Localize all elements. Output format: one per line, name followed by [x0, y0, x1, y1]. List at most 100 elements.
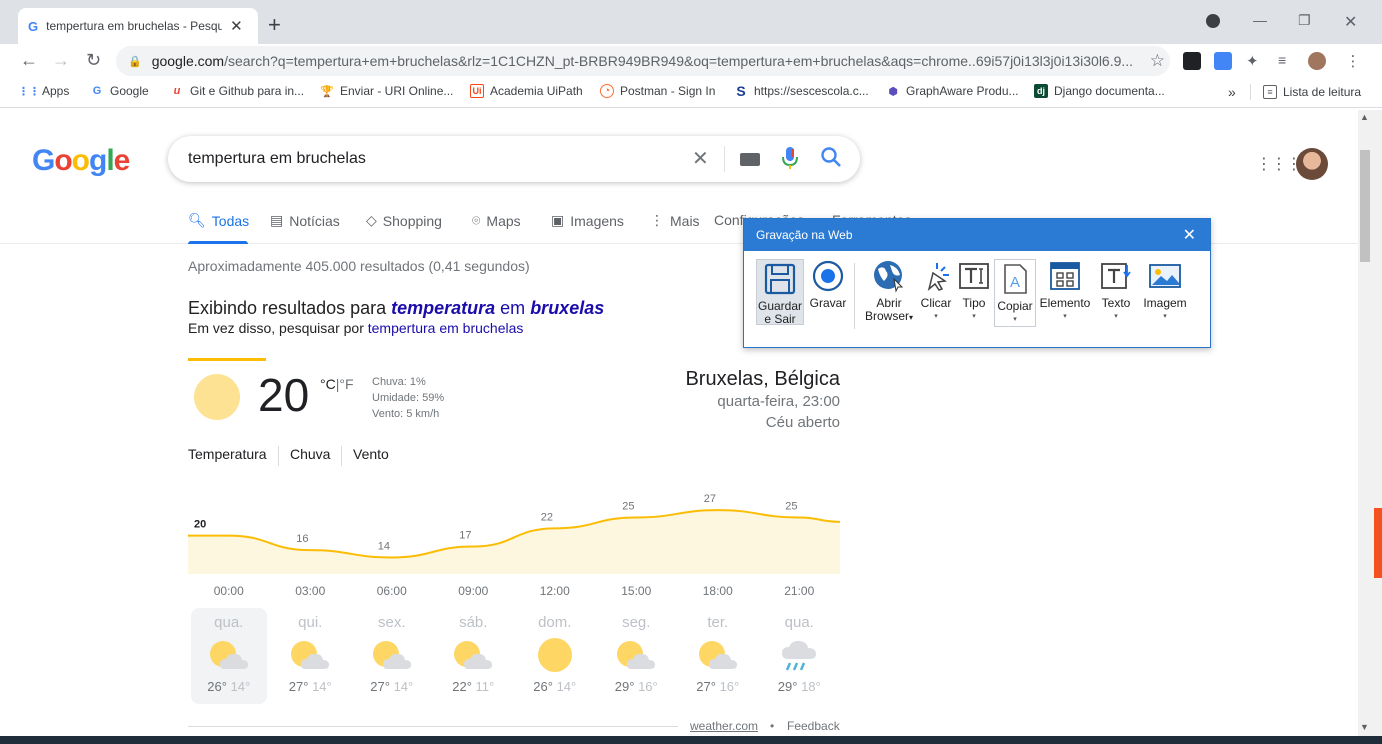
toolbar-separator [854, 263, 855, 329]
type-button[interactable]: Tipo ▾ [956, 259, 992, 323]
corrected-word-link[interactable]: temperatura [391, 298, 495, 318]
account-avatar[interactable] [1296, 148, 1328, 180]
browser-tab[interactable]: G tempertura em bruchelas - Pesqu ✕ [18, 8, 258, 44]
bookmark-postman[interactable]: ◔ Postman - Sign In [600, 84, 715, 98]
tab-rain[interactable]: Chuva [290, 446, 330, 462]
logo-letter: o [54, 144, 72, 177]
close-tab-icon[interactable]: ✕ [230, 17, 243, 35]
back-button[interactable]: ← [20, 50, 38, 71]
scroll-up-icon[interactable]: ▲ [1360, 112, 1369, 122]
search-input[interactable]: tempertura em bruchelas [188, 150, 366, 168]
open-browser-button[interactable]: Abrir Browser▾ [860, 259, 918, 324]
profile-avatar-icon[interactable] [1308, 52, 1326, 70]
bookmark-uri-online[interactable]: 🏆 Enviar - URI Online... [320, 84, 453, 98]
day-temps: 29° 16° [598, 679, 674, 694]
weather-tab-underline [188, 358, 266, 361]
tab-maps[interactable]: ⌾ Maps [472, 212, 521, 229]
click-icon [919, 259, 953, 293]
media-control-icon[interactable]: ≡ [1278, 52, 1296, 70]
tab-shopping[interactable]: ◇ Shopping [366, 212, 442, 229]
day-name: sáb. [459, 614, 488, 631]
day-forecast-3[interactable]: sáb. 22° 11° [435, 608, 511, 704]
search-box[interactable]: tempertura em bruchelas ✕ [168, 136, 860, 182]
bookmark-label: Apps [42, 84, 70, 98]
bookmarks-overflow-button[interactable]: » [1228, 84, 1236, 100]
restore-button[interactable]: ❐ [1298, 12, 1311, 29]
day-forecast-6[interactable]: ter. 27° 16° [680, 608, 756, 704]
fahrenheit-unit[interactable]: °F [339, 376, 353, 392]
search-instead-link[interactable]: tempertura em bruchelas [368, 320, 524, 336]
bookmark-apps[interactable]: ⋮⋮ Apps [18, 84, 70, 98]
bookmark-graphaware[interactable]: ⬢ GraphAware Produ... [886, 84, 1018, 98]
new-tab-button[interactable]: + [268, 12, 281, 38]
copy-button[interactable]: A Copiar ▾ [994, 259, 1036, 327]
bookmark-uipath-academy[interactable]: Ui Academia UiPath [470, 84, 583, 98]
day-temps: 22° 11° [435, 679, 511, 694]
button-label: e Sair [764, 312, 796, 326]
tab-more[interactable]: ⋮ Mais [650, 212, 700, 229]
day-forecast-7[interactable]: qua. 29° 18° [761, 608, 837, 704]
text-button[interactable]: Texto ▾ [1096, 259, 1136, 323]
bookmark-label: Git e Github para in... [190, 84, 305, 98]
google-apps-icon[interactable]: ⋮⋮⋮ [1256, 154, 1302, 174]
low-temp: 16° [638, 679, 658, 694]
logo-letter: l [106, 144, 114, 177]
keyboard-icon[interactable] [740, 150, 760, 171]
feedback-link[interactable]: Feedback [787, 719, 840, 733]
address-bar[interactable]: 🔒 google.com/search?q=tempertura+em+bruc… [116, 46, 1170, 76]
element-button[interactable]: Elemento ▾ [1038, 259, 1092, 323]
day-forecast-1[interactable]: qui. 27° 14° [272, 608, 348, 704]
clear-search-icon[interactable]: ✕ [692, 146, 709, 171]
tab-images[interactable]: ▣ Imagens [551, 212, 624, 229]
click-button[interactable]: Clicar ▾ [918, 259, 954, 323]
reading-list-button[interactable]: ≡ Lista de leitura [1250, 84, 1361, 100]
weather-source-link[interactable]: weather.com [690, 719, 758, 733]
close-window-button[interactable]: ✕ [1344, 12, 1357, 32]
tab-all[interactable]: 🔍︎ Todas [188, 212, 249, 229]
translate-extension-icon[interactable] [1214, 52, 1232, 70]
bookmark-sescescola[interactable]: S https://sescescola.c... [734, 83, 868, 99]
extension-news-icon[interactable] [1183, 52, 1201, 70]
forward-button[interactable]: → [52, 50, 70, 71]
day-forecast-4[interactable]: dom. 26° 14° [517, 608, 593, 704]
django-icon: dj [1034, 84, 1048, 98]
showing-results-for: Exibindo resultados para temperatura em … [188, 298, 604, 319]
minimize-button[interactable]: — [1253, 12, 1267, 28]
scrollbar-thumb[interactable] [1360, 150, 1370, 262]
day-forecast-2[interactable]: sex. 27° 14° [354, 608, 430, 704]
high-temp: 22° [452, 679, 472, 694]
weather-datetime: quarta-feira, 23:00 [717, 393, 840, 410]
bookmark-google[interactable]: G Google [90, 84, 149, 98]
mic-icon[interactable] [782, 146, 798, 175]
rain-cloud-icon [776, 637, 822, 673]
dropdown-caret: ▾ [1114, 313, 1118, 320]
celsius-unit[interactable]: °C [320, 376, 336, 392]
image-button[interactable]: Imagem ▾ [1140, 259, 1190, 323]
search-icon[interactable] [820, 146, 842, 173]
day-forecast-5[interactable]: seg. 29° 16° [598, 608, 674, 704]
tab-news[interactable]: ▤ Notícias [270, 212, 340, 229]
temperature-value-label: 22 [541, 511, 553, 523]
record-button[interactable]: Gravar [808, 259, 848, 310]
button-label: Gravar [809, 296, 847, 310]
bookmark-star-icon[interactable]: ☆ [1150, 51, 1165, 71]
corrected-word-link[interactable]: bruxelas [530, 298, 604, 318]
reload-button[interactable]: ↻ [86, 50, 101, 71]
tab-temperature[interactable]: Temperatura [188, 446, 267, 462]
recorder-titlebar: Gravação na Web ✕ [744, 219, 1210, 251]
hour-label: 09:00 [458, 584, 489, 598]
high-temp: 26° [207, 679, 227, 694]
menu-kebab-icon[interactable]: ⋮ [1344, 52, 1362, 70]
vertical-scrollbar[interactable]: ▲ ▼ [1358, 110, 1382, 736]
bookmark-git-github[interactable]: u Git e Github para in... [170, 84, 304, 98]
profile-dropdown-icon[interactable] [1206, 14, 1220, 31]
scroll-down-icon[interactable]: ▼ [1360, 722, 1369, 732]
recorder-close-icon[interactable]: ✕ [1183, 225, 1196, 245]
extensions-puzzle-icon[interactable]: ✦ [1246, 52, 1264, 70]
day-forecast-0[interactable]: qua. 26° 14° [190, 608, 267, 704]
tab-wind[interactable]: Vento [353, 446, 389, 462]
bookmark-label: Postman - Sign In [620, 84, 716, 98]
save-exit-button[interactable]: Guardar e Sair [756, 259, 804, 326]
bookmark-django[interactable]: dj Django documenta... [1034, 84, 1165, 98]
google-logo[interactable]: Google [32, 144, 130, 178]
